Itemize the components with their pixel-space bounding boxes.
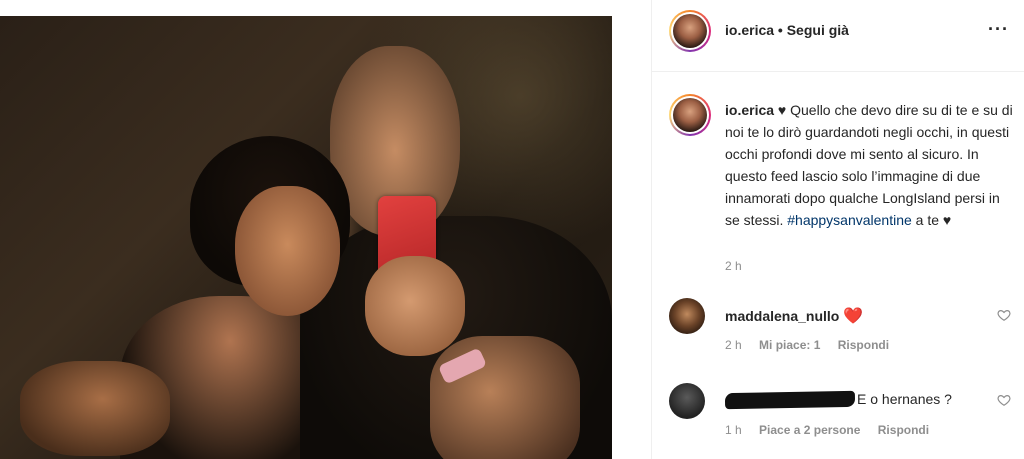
caption-hashtag-link[interactable]: #happysanvalentine [787, 212, 912, 228]
author-avatar[interactable] [669, 10, 711, 52]
heart-outline-icon[interactable] [997, 308, 1011, 322]
photo-shape [235, 186, 340, 316]
post-header: io.erica • Segui già ··· [652, 0, 1024, 72]
comment-likes-link[interactable]: Piace a 2 persone [759, 423, 860, 437]
photo-shape [430, 336, 580, 459]
commenter-avatar[interactable] [669, 383, 705, 419]
more-options-icon[interactable]: ··· [988, 20, 1009, 38]
photo-shape [365, 256, 465, 356]
post-sidebar: io.erica • Segui già ··· io.erica ♥ Quel… [651, 0, 1024, 459]
comment-reply-button[interactable]: Rispondi [838, 338, 889, 352]
comment-timestamp: 2 h [725, 338, 742, 352]
separator-dot: • [777, 22, 783, 38]
photo-shape [20, 361, 170, 456]
comment-text: E o hernanes ? [724, 391, 952, 410]
author-header-line: io.erica • Segui già [725, 22, 849, 38]
comment-text: maddalena_nullo ❤️ [725, 306, 863, 326]
avatar-inner [671, 96, 709, 134]
follow-status-button[interactable]: Segui già [787, 22, 849, 38]
avatar-image [673, 14, 707, 48]
comment-likes-link[interactable]: Mi piace: 1 [759, 338, 820, 352]
comment-body: E o hernanes ? [857, 391, 952, 407]
comment-meta: 1 h Piace a 2 persone Rispondi [725, 423, 943, 437]
avatar-inner [671, 12, 709, 50]
comment-meta: 2 h Mi piace: 1 Rispondi [725, 338, 903, 352]
caption-block: io.erica ♥ Quello che devo dire su di te… [652, 73, 1024, 285]
caption-text: io.erica ♥ Quello che devo dire su di te… [725, 99, 1015, 231]
avatar-image [673, 98, 707, 132]
caption-body-1: ♥ Quello che devo dire su di te e su di … [725, 102, 1013, 228]
comment-item: E o hernanes ? 1 h Piace a 2 persone Ris… [652, 383, 1024, 453]
redacted-username [724, 391, 856, 410]
caption-body-2: a te ♥ [911, 212, 952, 228]
comment-timestamp: 1 h [725, 423, 742, 437]
post-photo[interactable] [0, 16, 612, 459]
post-photo-pane [0, 0, 612, 459]
comment-username[interactable]: maddalena_nullo [725, 308, 839, 324]
caption-avatar[interactable] [669, 94, 711, 136]
red-heart-emoji: ❤️ [843, 308, 864, 325]
author-username[interactable]: io.erica [725, 22, 774, 38]
heart-outline-icon[interactable] [997, 393, 1011, 407]
comment-item: maddalena_nullo ❤️ 2 h Mi piace: 1 Rispo… [652, 298, 1024, 368]
caption-username[interactable]: io.erica [725, 102, 774, 118]
commenter-avatar[interactable] [669, 298, 705, 334]
comment-reply-button[interactable]: Rispondi [878, 423, 929, 437]
caption-timestamp: 2 h [725, 259, 742, 273]
